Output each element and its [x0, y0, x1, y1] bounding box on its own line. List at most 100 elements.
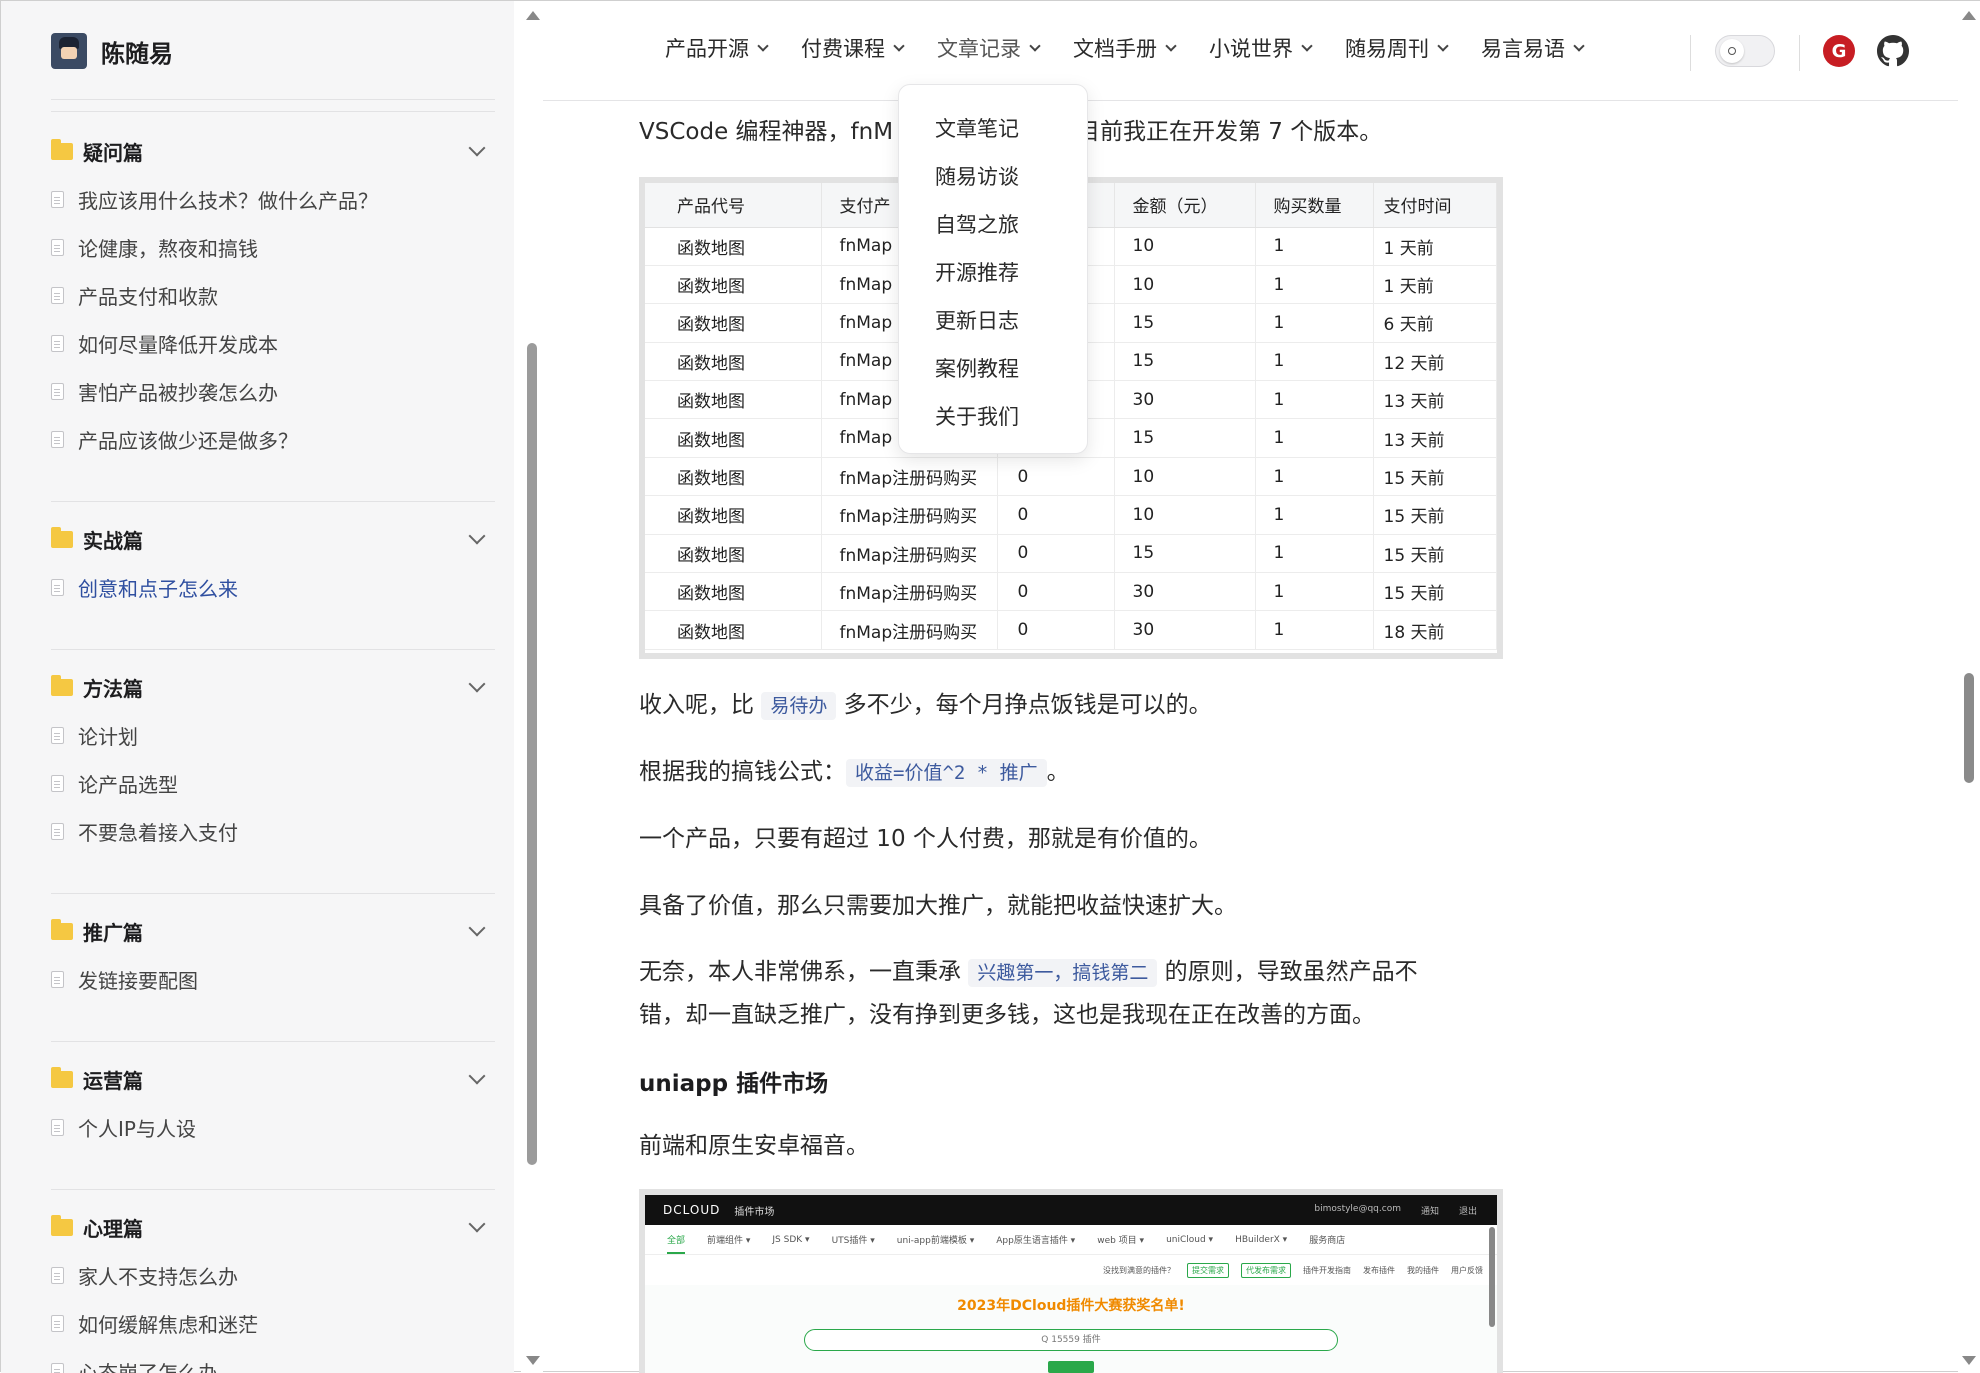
sidebar-item[interactable]: 产品支付和收款	[51, 271, 495, 319]
menu-item-changelog[interactable]: 更新日志	[899, 297, 1087, 345]
scroll-down-arrow-icon[interactable]	[1962, 1356, 1976, 1365]
sidebar-item[interactable]: 心态崩了怎么办	[51, 1347, 495, 1373]
nav-label: 付费课程	[801, 33, 885, 63]
chevron-down-icon[interactable]	[469, 1068, 486, 1085]
table-cell: 函数地图	[645, 611, 821, 649]
chevron-down-icon[interactable]	[469, 676, 486, 693]
sidebar-item-active[interactable]: 创意和点子怎么来	[51, 563, 495, 611]
table-cell: 12 天前	[1373, 342, 1497, 380]
sidebar-divider	[51, 649, 495, 650]
menu-item-oss-recommend[interactable]: 开源推荐	[899, 249, 1087, 297]
scroll-up-arrow-icon[interactable]	[1962, 11, 1976, 20]
document-icon	[51, 335, 64, 352]
nav-label: 文档手册	[1073, 33, 1157, 63]
section-title: 运营篇	[83, 1065, 471, 1094]
table-row: 函数地图fnMap注册码购买010115 天前	[645, 496, 1497, 534]
inline-code: 易待办	[761, 692, 836, 720]
sidebar-item[interactable]: 论计划	[51, 711, 495, 759]
nav-separator	[1799, 35, 1800, 71]
table-cell: 函数地图	[645, 265, 821, 303]
scroll-down-arrow-icon[interactable]	[526, 1356, 540, 1365]
sidebar-divider	[51, 111, 495, 112]
section-header[interactable]: 方法篇	[51, 663, 495, 711]
nav-item-docs[interactable]: 文档手册	[1073, 33, 1175, 63]
paragraph-income: 收入呢，比 易待办 多不少，每个月挣点饭钱是可以的。	[639, 684, 1212, 727]
sidebar-item-label: 如何尽量降低开发成本	[78, 329, 278, 358]
theme-toggle[interactable]	[1715, 35, 1775, 67]
table-cell: 1	[1255, 534, 1373, 572]
menu-item-tutorials[interactable]: 案例教程	[899, 345, 1087, 393]
paragraph-principle: 无奈，本人非常佛系，一直秉承 兴趣第一，搞钱第二 的原则，导致虽然产品不 错，却…	[639, 951, 1519, 1036]
table-cell: 函数地图	[645, 381, 821, 419]
nav-label: 文章记录	[937, 33, 1021, 63]
market-tools-prompt: 没找到满意的插件？	[1103, 1265, 1175, 1276]
section-header[interactable]: 推广篇	[51, 907, 495, 955]
sidebar-scrollbar[interactable]	[521, 1, 543, 1373]
nav-item-paid-courses[interactable]: 付费课程	[801, 33, 903, 63]
menu-item-about[interactable]: 关于我们	[899, 393, 1087, 441]
nav-item-articles[interactable]: 文章记录	[937, 33, 1039, 63]
market-nav-item: 全部	[667, 1233, 685, 1254]
chevron-down-icon[interactable]	[469, 920, 486, 937]
nav-separator	[1690, 35, 1691, 71]
section-header[interactable]: 疑问篇	[51, 127, 495, 175]
sidebar-item[interactable]: 家人不支持怎么办	[51, 1251, 495, 1299]
nav-item-open-source[interactable]: 产品开源	[665, 33, 767, 63]
sidebar-item[interactable]: 发链接要配图	[51, 955, 495, 1003]
table-cell: fnMap注册码购买	[821, 457, 997, 495]
table-cell: 函数地图	[645, 419, 821, 457]
nav-item-novels[interactable]: 小说世界	[1209, 33, 1311, 63]
sidebar-section-method: 方法篇 论计划 论产品选型 不要急着接入支付	[51, 663, 495, 855]
market-nav-item: 服务商店	[1309, 1233, 1345, 1246]
brand[interactable]: 陈随易	[51, 33, 173, 69]
text: 收入呢，比	[639, 692, 754, 718]
menu-item-interviews[interactable]: 随易访谈	[899, 153, 1087, 201]
brand-name: 陈随易	[101, 34, 173, 69]
table-cell: 10	[1114, 265, 1255, 303]
nav-item-weekly[interactable]: 随易周刊	[1345, 33, 1447, 63]
menu-item-road-trips[interactable]: 自驾之旅	[899, 201, 1087, 249]
scrollbar-thumb[interactable]	[527, 343, 537, 1165]
chevron-down-icon[interactable]	[469, 528, 486, 545]
sidebar-item-label: 个人IP与人设	[78, 1113, 196, 1142]
sidebar-item[interactable]: 论健康，熬夜和搞钱	[51, 223, 495, 271]
table-cell: 1 天前	[1373, 265, 1497, 303]
nav-item-sayings[interactable]: 易言易语	[1481, 33, 1583, 63]
market-tools-link: 用户反馈	[1451, 1265, 1483, 1276]
sidebar-item[interactable]: 不要急着接入支付	[51, 807, 495, 855]
sidebar-item[interactable]: 害怕产品被抄袭怎么办	[51, 367, 495, 415]
sidebar-item[interactable]: 如何缓解焦虑和迷茫	[51, 1299, 495, 1347]
document-icon	[51, 287, 64, 304]
sidebar-item[interactable]: 个人IP与人设	[51, 1103, 495, 1151]
github-icon[interactable]	[1877, 35, 1909, 67]
scroll-up-arrow-icon[interactable]	[526, 11, 540, 20]
chevron-down-icon[interactable]	[469, 140, 486, 157]
sidebar-item[interactable]: 产品应该做少还是做多？	[51, 415, 495, 463]
market-tools-link: 我的插件	[1407, 1265, 1439, 1276]
paragraph-value: 一个产品，只要有超过 10 个人付费，那就是有价值的。	[639, 818, 1212, 860]
sidebar-item[interactable]: 论产品选型	[51, 759, 495, 807]
section-header[interactable]: 实战篇	[51, 515, 495, 563]
sidebar-divider	[51, 501, 495, 502]
toggle-knob	[1720, 39, 1744, 63]
paragraph-formula: 根据我的搞钱公式：收益=价值^2 * 推广。	[639, 751, 1070, 794]
chevron-down-icon	[893, 40, 904, 51]
table-cell: 0	[997, 496, 1114, 534]
section-header[interactable]: 运营篇	[51, 1055, 495, 1103]
table-row: 函数地图fnMap注册码购买030118 天前	[645, 611, 1497, 649]
page-scrollbar[interactable]	[1958, 1, 1980, 1373]
sidebar-item-label: 发链接要配图	[78, 965, 198, 994]
table-cell: 15	[1114, 534, 1255, 572]
chevron-down-icon[interactable]	[469, 1216, 486, 1233]
scrollbar-thumb[interactable]	[1964, 673, 1974, 783]
menu-item-notes[interactable]: 文章笔记	[899, 105, 1087, 153]
sidebar-item[interactable]: 我应该用什么技术？做什么产品？	[51, 175, 495, 223]
gitee-icon[interactable]: G	[1823, 35, 1855, 67]
paragraph-intro: VSCode 编程神器，fnM	[639, 111, 893, 153]
folder-icon	[51, 1219, 73, 1236]
plugin-market-screenshot: DCLOUD 插件市场 bimostyle@qq.com 通知 退出 全部 前端…	[639, 1189, 1503, 1373]
section-header[interactable]: 心理篇	[51, 1203, 495, 1251]
sidebar-item-label: 心态崩了怎么办	[78, 1357, 218, 1373]
sidebar-item[interactable]: 如何尽量降低开发成本	[51, 319, 495, 367]
main-nav: 产品开源 付费课程 文章记录 文档手册 小说世界 随易周刊 易言易语	[665, 33, 1617, 63]
